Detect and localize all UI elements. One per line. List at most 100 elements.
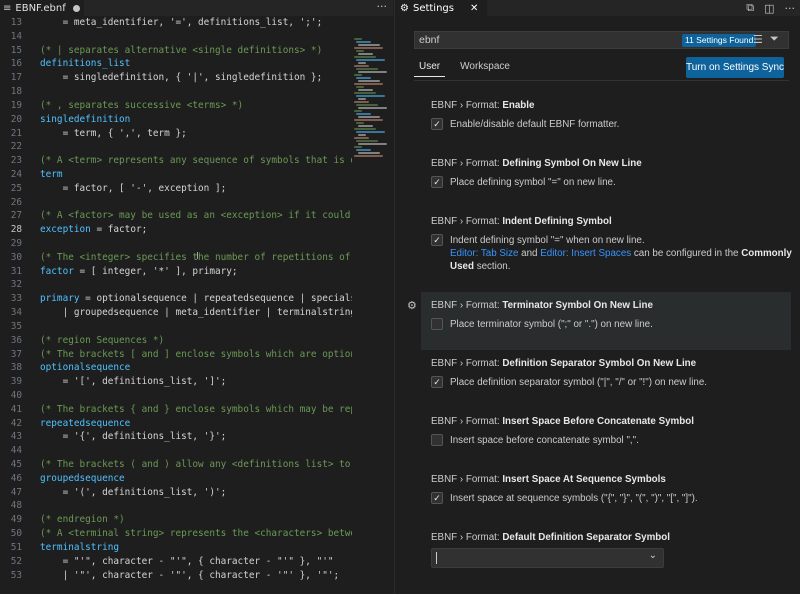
setting-title: EBNF › Format: Insert Space At Sequence … [431,474,666,485]
more-actions-icon[interactable]: ··· [377,0,388,14]
code-text: | groupedsequence | meta_identifier | te… [40,307,352,319]
code-line[interactable]: 47 = '(', definitions_list, ')'; [0,486,352,500]
code-line[interactable]: 21 = term, { ',', term }; [0,127,352,141]
code-line[interactable]: 32 [0,278,352,292]
setting-checkbox[interactable] [431,318,443,330]
minimap-line [354,128,376,130]
settings-found-badge: 11 Settings Found [682,34,757,47]
code-line[interactable]: 26 [0,196,352,210]
setting-checkbox[interactable]: ✓ [431,118,443,130]
code-line[interactable]: 48 [0,499,352,513]
code-line[interactable]: 24 term [0,168,352,182]
line-number: 51 [10,541,22,553]
setting-checkbox[interactable]: ✓ [431,176,443,188]
code-line[interactable]: 30 (* The <integer> specifies the number … [0,251,352,265]
setting-gear-icon[interactable]: ⚙ [407,299,417,312]
code-line[interactable]: 38 optionalsequence [0,361,352,375]
settings-tab[interactable]: ⚙ Settings ✕ [395,0,487,16]
code-area[interactable]: 13 = meta_identifier, '=', definitions_l… [0,16,352,594]
clear-filter-icon[interactable]: ☰ [753,33,763,46]
minimap-line [356,131,385,133]
editor-tab-ebnf[interactable]: ≡ EBNF.ebnf [0,0,84,16]
setting-indent-defining-symbol: EBNF › Format: Indent Defining Symbol ✓ … [421,208,792,292]
code-line[interactable]: 17 = singledefinition, { '|', singledefi… [0,71,352,85]
setting-checkbox[interactable]: ✓ [431,492,443,504]
setting-title: EBNF › Format: Definition Separator Symb… [431,358,697,369]
settings-search-box: 11 Settings Found ☰ ⏷ [414,31,789,49]
setting-description: Indent defining symbol "=" when on new l… [450,234,792,273]
code-line[interactable]: 35 [0,320,352,334]
more-actions-icon[interactable]: ··· [785,2,796,15]
code-text: = term, { ',', term }; [40,127,187,139]
line-number: 36 [10,334,22,346]
code-line[interactable]: 20 singledefinition [0,113,352,127]
code-line[interactable]: 41 (* The brackets { and } enclose symbol… [0,403,352,417]
setting-title: EBNF › Format: Terminator Symbol On New … [431,300,653,311]
code-line[interactable]: 36 (* region Sequences *) [0,334,352,348]
setting-checkbox[interactable]: ✓ [431,234,443,246]
setting-select-dropdown[interactable]: ⌄ [431,548,664,568]
code-line[interactable]: 33 primary = optionalsequence | repeateds… [0,292,352,306]
code-line[interactable]: 50 (* A <terminal string> represents the … [0,527,352,541]
divider [414,80,789,81]
line-number: 50 [10,528,22,540]
tab-user[interactable]: User [414,58,446,77]
code-line[interactable]: 31 factor = [ integer, '*' ], primary; [0,265,352,279]
code-line[interactable]: 52 = "'", character - "'", { character -… [0,555,352,569]
code-line[interactable]: 34 | groupedsequence | meta_identifier |… [0,306,352,320]
turn-on-settings-sync-button[interactable]: Turn on Settings Sync [686,57,784,78]
code-line[interactable]: 45 (* The brackets ( and ) allow any <def… [0,458,352,472]
settings-tab-bar: ⚙ Settings ✕ ⧉ ◫ ··· [395,0,800,16]
line-number: 15 [10,44,22,56]
line-number: 52 [10,555,22,567]
minimap[interactable] [352,16,393,594]
split-editor-icon[interactable]: ◫ [764,2,774,15]
setting-checkbox[interactable]: ✓ [431,376,443,388]
link-editor-insert-spaces[interactable]: Editor: Insert Spaces [540,248,631,259]
setting-description: Place defining symbol "=" on new line. [450,177,616,188]
code-line[interactable]: 40 [0,389,352,403]
code-line[interactable]: 18 [0,85,352,99]
code-line[interactable]: 53 | '"', character - '"', { character -… [0,569,352,583]
line-number: 14 [10,30,22,42]
line-number: 31 [10,265,22,277]
settings-search-input[interactable] [415,34,675,46]
line-number: 13 [10,17,22,28]
code-line[interactable]: 46 groupedsequence [0,472,352,486]
code-line[interactable]: 37 (* The brackets [ and ] enclose symbol… [0,348,352,362]
line-number: 24 [10,168,22,180]
code-line[interactable]: 13 = meta_identifier, '=', definitions_l… [0,16,352,30]
minimap-line [358,116,380,118]
filter-icon[interactable]: ⏷ [770,32,779,46]
code-line[interactable]: 49 (* endregion *) [0,513,352,527]
code-line[interactable]: 44 [0,444,352,458]
code-text: (* A <terminal string> represents the <c… [40,528,352,540]
unsaved-dot-icon[interactable] [72,4,80,12]
code-line[interactable]: 25 = factor, [ '-', exception ]; [0,182,352,196]
minimap-line [354,56,376,58]
code-line[interactable]: 16 definitions_list [0,57,352,71]
code-line[interactable]: 22 [0,140,352,154]
tab-workspace[interactable]: Workspace [455,58,515,77]
close-icon[interactable]: ✕ [470,3,478,14]
link-editor-tab-size[interactable]: Editor: Tab Size [450,248,518,259]
minimap-line [358,44,380,46]
code-line[interactable]: 27 (* A <factor> may be used as an <excep… [0,209,352,223]
code-line[interactable]: 14 [0,30,352,44]
code-line[interactable]: 15 (* | separates alternative <single def… [0,44,352,58]
code-line[interactable]: 51 terminalstring [0,541,352,555]
open-json-icon[interactable]: ⧉ [746,1,754,15]
setting-description-line: Indent defining symbol "=" when on new l… [450,235,645,246]
minimap-line [354,38,362,40]
file-icon: ≡ [3,2,12,14]
code-line[interactable]: 39 = '[', definitions_list, ']'; [0,375,352,389]
scope-tabs: User Workspace [414,58,515,77]
code-line[interactable]: 19 (* , separates successive <terms> *) [0,99,352,113]
code-line[interactable]: 43 = '{', definitions_list, '}'; [0,430,352,444]
minimap-line [358,80,380,82]
code-line[interactable]: 29 [0,237,352,251]
code-line[interactable]: 23 (* A <term> represents any sequence of… [0,154,352,168]
code-line[interactable]: 42 repeatedsequence [0,417,352,431]
code-line[interactable]: 28 exception = factor; [0,223,352,237]
setting-checkbox[interactable] [431,434,443,446]
